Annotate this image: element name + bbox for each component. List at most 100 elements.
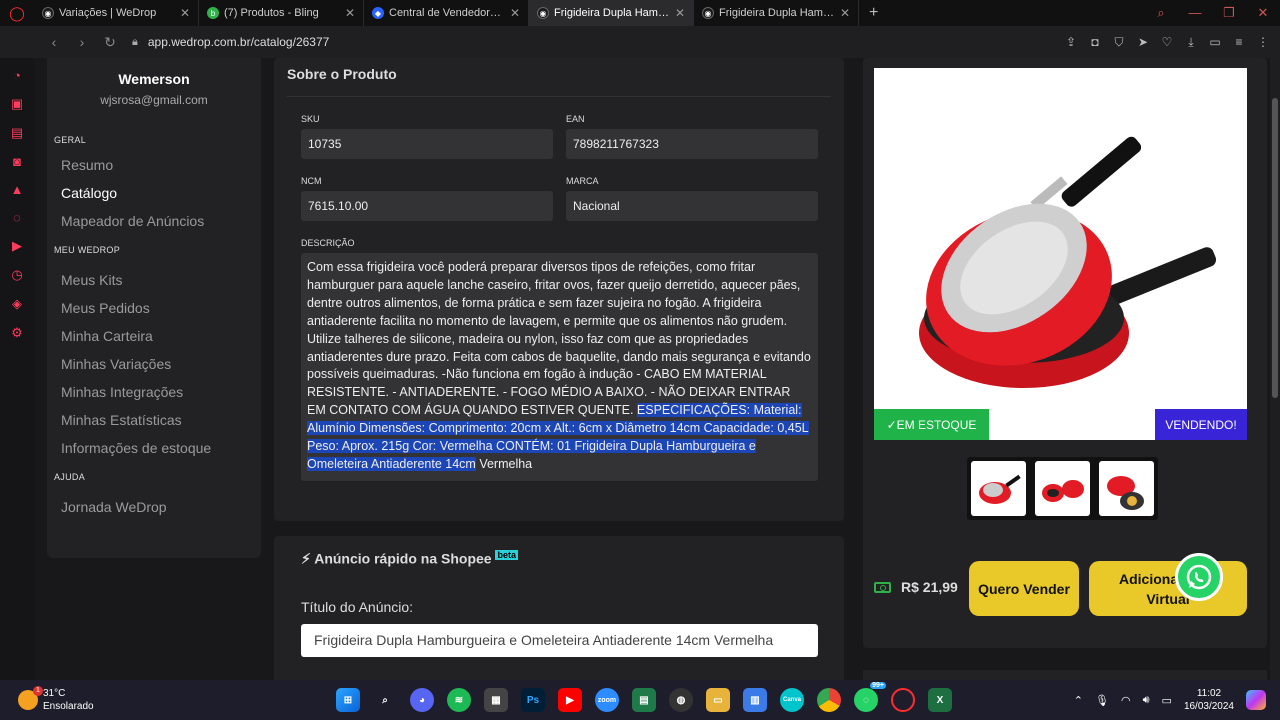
system-tray: ⌃ 🎙︎ ◠ 🔊︎ ▭ 11:02 16/03/2024 [1074,687,1280,713]
canva-icon[interactable]: Canva [780,688,804,712]
thumbnail-1[interactable] [971,461,1026,516]
back-icon[interactable]: ‹ [40,34,68,50]
sidebar-item-jornada[interactable]: Jornada WeDrop [61,499,261,515]
microphone-icon[interactable]: 🎙︎ [1095,694,1109,707]
whatsapp-float-button[interactable] [1175,553,1223,601]
tab-bling[interactable]: b (7) Produtos - Bling ✕ [199,0,364,26]
shield-icon[interactable]: ⛉ [1112,35,1126,50]
sidebar-item-variacoes[interactable]: Minhas Variações [61,356,261,372]
opera-logo-icon[interactable]: ◯ [0,0,34,26]
excel-icon[interactable]: X [928,688,952,712]
obs-icon[interactable]: ◍ [669,688,693,712]
description-text: Com essa frigideira você poderá preparar… [307,260,811,418]
battery-icon[interactable]: ▭ [1208,35,1222,50]
description-box[interactable]: Com essa frigideira você poderá preparar… [301,253,818,481]
search-icon[interactable]: ⌕ [373,688,397,712]
battery-tray-icon[interactable]: ▭ [1162,694,1172,707]
chrome-icon[interactable] [817,688,841,712]
sidebar-item-estoque[interactable]: Informações de estoque [61,440,261,456]
instagram-icon[interactable]: ◙ [13,154,21,169]
camera-icon[interactable]: ◘ [1088,35,1102,50]
tab-frigideira[interactable]: ◉ Frigideira Dupla Hamburgu ✕ [694,0,859,26]
heart-icon[interactable]: ♡ [1160,35,1174,50]
notepad-icon[interactable]: ▥ [743,688,767,712]
page-scrollbar[interactable] [1270,58,1280,680]
whatsapp-rail-icon[interactable]: ◌ [13,210,21,225]
new-tab-icon[interactable]: + [859,4,888,22]
speed-dial-icon[interactable]: ◔ [13,68,21,83]
sidebar-item-catalogo[interactable]: Catálogo [61,185,261,201]
tab-variacoes[interactable]: ◉ Variações | WeDrop ✕ [34,0,199,26]
calculator-icon[interactable]: ▦ [484,688,508,712]
sheets-icon[interactable]: ▤ [632,688,656,712]
browser-tab-bar: ◯ ◉ Variações | WeDrop ✕ b (7) Produtos … [0,0,1280,26]
url-field[interactable]: 🔒︎ app.wedrop.com.br/catalog/26377 [132,35,329,49]
scrollbar-thumb[interactable] [1272,98,1278,398]
cube-icon[interactable]: ◈ [12,296,22,312]
volume-icon[interactable]: 🔊︎ [1143,694,1150,707]
section-ajuda: AJUDA [54,472,86,482]
share-icon[interactable]: ⇪ [1064,35,1078,50]
discord-icon[interactable]: ◕ [410,688,434,712]
search-icon[interactable]: ⌕ [1144,5,1178,21]
adicionar-sku-button[interactable]: Adicionar SKU Virtual [1089,561,1247,616]
minimize-icon[interactable]: — [1178,5,1212,21]
quero-vender-button[interactable]: Quero Vender [969,561,1079,616]
opera-taskbar-icon[interactable] [891,688,915,712]
maximize-icon[interactable]: ❐ [1212,5,1246,21]
listing-title-input[interactable]: Frigideira Dupla Hamburgueira e Omeletei… [301,624,818,657]
tab-central-vendedores[interactable]: ◆ Central de Vendedores Glo ✕ [364,0,529,26]
tab-frigideira-active[interactable]: ◉ Frigideira Dupla Hamburgu ✕ [529,0,694,26]
menu-icon[interactable]: ≡ [1232,35,1246,50]
spotify-icon[interactable]: ≋ [447,688,471,712]
download-icon[interactable]: ⤓ [1184,35,1198,50]
twitch-icon[interactable]: ▤ [11,125,23,141]
history-icon[interactable]: ◷ [11,267,22,283]
sidebar-item-resumo[interactable]: Resumo [61,157,261,173]
sku-field: 10735 [301,129,553,159]
ncm-field: 7615.10.00 [301,191,553,221]
sidebar-item-kits[interactable]: Meus Kits [61,272,261,288]
description-tail-text: Vermelha [475,456,533,471]
windows-start-icon[interactable]: ⊞ [336,688,360,712]
user-email: wjsrosa@gmail.com [100,93,208,107]
product-image[interactable]: ✓ EM ESTOQUE VENDENDO! [874,68,1247,440]
sidebar-item-pedidos[interactable]: Meus Pedidos [61,300,261,316]
aria-icon[interactable]: ▲ [11,182,24,197]
clock[interactable]: 11:02 16/03/2024 [1184,687,1234,713]
send-icon[interactable]: ➤ [1136,35,1150,50]
weather-widget[interactable]: 31°C Ensolarado [0,686,320,713]
close-icon[interactable]: ✕ [180,6,190,20]
settings-icon[interactable]: ⚙ [11,325,23,341]
lightning-icon: ⚡︎ [301,550,311,567]
sidebar-item-carteira[interactable]: Minha Carteira [61,328,261,344]
close-icon[interactable]: ✕ [675,6,685,20]
copilot-icon[interactable] [1246,690,1266,710]
temperature: 31°C [43,688,66,699]
close-icon[interactable]: ✕ [345,6,355,20]
more-icon[interactable]: ⋮ [1256,35,1270,50]
close-icon[interactable]: ✕ [510,6,520,20]
forward-icon[interactable]: › [68,34,96,50]
thumbnail-3[interactable] [1099,461,1154,516]
shopee-title-text: Anúncio rápido na Shopee [314,550,492,567]
whatsapp-taskbar-icon[interactable]: 99+ ◌ [854,682,886,712]
youtube-icon[interactable]: ▶ [558,688,582,712]
thumbnail-2[interactable] [1035,461,1090,516]
file-explorer-icon[interactable]: ▭ [706,688,730,712]
player-icon[interactable]: ▶ [12,238,22,254]
sidebar-item-estatisticas[interactable]: Minhas Estatísticas [61,412,261,428]
sidebar-item-mapeador[interactable]: Mapeador de Anúncios [61,213,261,229]
wifi-icon[interactable]: ◠ [1121,694,1131,707]
zoom-icon[interactable]: zoom [595,688,619,712]
chevron-up-icon[interactable]: ⌃ [1074,694,1083,707]
photoshop-icon[interactable]: Ps [521,688,545,712]
sidebar-item-integracoes[interactable]: Minhas Integrações [61,384,261,400]
reload-icon[interactable]: ↻ [96,34,124,51]
tab-title: Variações | WeDrop [59,7,157,19]
shopping-icon[interactable]: ▣ [11,96,23,112]
check-icon: ✓ [886,417,897,432]
close-window-icon[interactable]: ✕ [1246,5,1280,21]
close-icon[interactable]: ✕ [840,6,850,20]
ean-label: EAN [566,114,585,124]
